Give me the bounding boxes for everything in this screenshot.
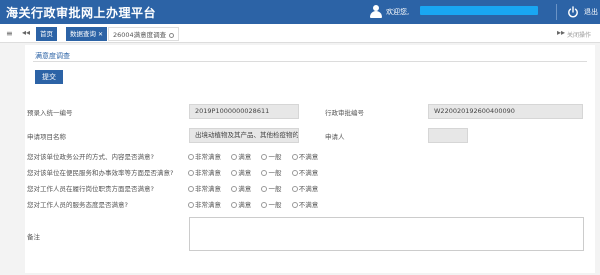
radio-icon[interactable] xyxy=(231,170,238,176)
tab-home-label: 首页 xyxy=(40,30,53,38)
question-2-rating: 非常满意 满意 一般 不满意 xyxy=(188,167,326,177)
menu-icon[interactable]: ≡ xyxy=(6,29,13,38)
close-icon[interactable]: ✕ xyxy=(98,31,103,38)
radio-icon[interactable] xyxy=(291,170,298,176)
rating-satisfied[interactable]: 满意 xyxy=(231,167,251,177)
rating-very-satisfied[interactable]: 非常满意 xyxy=(188,183,221,193)
tab-home[interactable]: 首页 xyxy=(36,27,57,41)
tab-survey-label: 26004满意度调查 xyxy=(113,31,167,39)
applicant-label: 申请人 xyxy=(325,133,345,141)
rating-dissatisfied[interactable]: 不满意 xyxy=(291,199,318,209)
rating-very-satisfied[interactable]: 非常满意 xyxy=(188,199,221,209)
tab-scroll-forward-icon[interactable]: ▸▸ xyxy=(557,28,565,37)
rating-dissatisfied[interactable]: 不满意 xyxy=(291,151,318,161)
rating-average[interactable]: 一般 xyxy=(261,151,281,161)
remark-label: 备注 xyxy=(27,233,40,241)
question-3-rating: 非常满意 满意 一般 不满意 xyxy=(188,183,326,193)
rating-very-satisfied[interactable]: 非常满意 xyxy=(188,167,221,177)
tab-close-dot-icon[interactable] xyxy=(169,32,175,38)
radio-icon[interactable] xyxy=(188,154,194,160)
rating-average[interactable]: 一般 xyxy=(261,167,281,177)
question-1-label: 您对该单位政务公开的方式、内容是否满意? xyxy=(27,153,154,161)
submit-button[interactable]: 提交 xyxy=(35,70,63,84)
power-icon[interactable] xyxy=(567,6,579,18)
logout-link[interactable]: 退出 xyxy=(584,7,598,17)
radio-icon[interactable] xyxy=(261,154,268,160)
rating-satisfied[interactable]: 满意 xyxy=(231,199,251,209)
survey-panel: 满意度调查 提交 预录入统一编号 2019P1000000028611 行政审批… xyxy=(25,45,595,273)
question-4-label: 您对工作人员的服务态度是否满意? xyxy=(27,201,128,209)
question-3-label: 您对工作人员在履行岗位职责方面是否满意? xyxy=(27,185,154,193)
radio-icon[interactable] xyxy=(188,186,194,192)
rating-average[interactable]: 一般 xyxy=(261,183,281,193)
radio-icon[interactable] xyxy=(231,186,238,192)
rating-average[interactable]: 一般 xyxy=(261,199,281,209)
entry-no-label: 预录入统一编号 xyxy=(27,109,73,117)
user-icon xyxy=(370,5,382,18)
radio-icon[interactable] xyxy=(188,202,194,208)
rating-dissatisfied[interactable]: 不满意 xyxy=(291,167,318,177)
applicant-field xyxy=(428,128,468,143)
panel-divider xyxy=(33,61,587,62)
tab-scroll-back-icon[interactable]: ◂◂ xyxy=(22,28,30,37)
rating-satisfied[interactable]: 满意 xyxy=(231,151,251,161)
entry-no-field: 2019P1000000028611 xyxy=(189,104,299,119)
approval-no-field: W220020192600400090 xyxy=(428,104,583,119)
radio-icon[interactable] xyxy=(261,202,268,208)
question-4-rating: 非常满意 满意 一般 不满意 xyxy=(188,199,326,209)
tab-data-query[interactable]: 数据查询 ✕ xyxy=(66,27,108,41)
radio-icon[interactable] xyxy=(188,170,194,176)
remark-textarea[interactable] xyxy=(189,217,584,251)
app-title: 海关行政审批网上办理平台 xyxy=(6,6,157,20)
radio-icon[interactable] xyxy=(291,202,298,208)
radio-icon[interactable] xyxy=(261,186,268,192)
radio-icon[interactable] xyxy=(231,154,238,160)
rating-very-satisfied[interactable]: 非常满意 xyxy=(188,151,221,161)
tab-survey[interactable]: 26004满意度调查 xyxy=(108,27,180,41)
question-2-label: 您对该单位在便民服务和办事效率等方面是否满意? xyxy=(27,169,174,177)
rating-dissatisfied[interactable]: 不满意 xyxy=(291,183,318,193)
top-header: 海关行政审批网上办理平台 欢迎您, 退出 xyxy=(0,0,600,24)
tab-bar: ≡ ◂◂ 首页 数据查询 ✕ 26004满意度调查 ▸▸ 关闭操作 xyxy=(0,24,600,43)
panel-title: 满意度调查 xyxy=(35,52,70,60)
welcome-text: 欢迎您, xyxy=(386,8,410,16)
username-redacted xyxy=(420,6,538,15)
project-name-label: 申请项目名称 xyxy=(27,133,66,141)
header-divider xyxy=(556,4,557,20)
project-name-field: 出境动植物及其产品、其他检疫物的生产 xyxy=(189,128,299,143)
radio-icon[interactable] xyxy=(231,202,238,208)
radio-icon[interactable] xyxy=(261,170,268,176)
question-1-rating: 非常满意 满意 一般 不满意 xyxy=(188,151,326,161)
tab-query-label: 数据查询 xyxy=(70,30,96,38)
radio-icon[interactable] xyxy=(291,186,298,192)
approval-no-label: 行政审批编号 xyxy=(325,109,364,117)
close-operations-link[interactable]: 关闭操作 xyxy=(567,30,591,39)
radio-icon[interactable] xyxy=(291,154,298,160)
rating-satisfied[interactable]: 满意 xyxy=(231,183,251,193)
